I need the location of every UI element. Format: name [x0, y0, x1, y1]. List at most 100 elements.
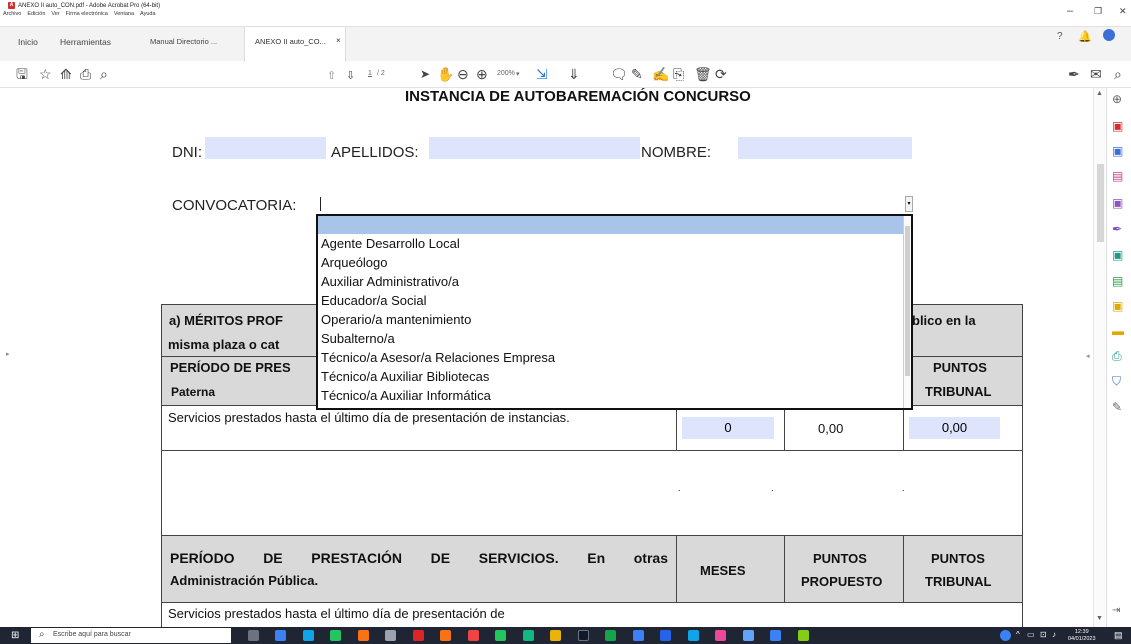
option-operario-mantenimiento[interactable]: Operario/a mantenimiento: [321, 311, 471, 329]
menu-edicion[interactable]: Edición: [27, 11, 45, 17]
app-icon[interactable]: [468, 630, 479, 641]
tab-inicio[interactable]: Inicio: [18, 37, 38, 47]
terminal-icon[interactable]: [578, 630, 589, 641]
task-view-icon[interactable]: [248, 630, 259, 641]
option-tecnico-auxiliar-informatica[interactable]: Técnico/a Auxiliar Informática: [321, 387, 491, 405]
zoom-in-icon[interactable]: ⊕: [476, 66, 488, 82]
menu-ventana[interactable]: Ventana: [114, 11, 134, 17]
comment-icon[interactable]: 🗨: [610, 66, 628, 82]
option-subalterno[interactable]: Subalterno/a: [321, 330, 395, 348]
account-avatar[interactable]: [1103, 29, 1115, 41]
zoom-dropdown-icon[interactable]: ▾: [516, 70, 520, 78]
share-icon[interactable]: ⟰: [60, 66, 72, 82]
help-icon[interactable]: ?: [1057, 31, 1063, 42]
star-icon[interactable]: ☆: [39, 66, 52, 82]
fill-sign-icon[interactable]: ✒: [1068, 66, 1080, 82]
print-icon[interactable]: ⎙: [80, 66, 91, 82]
zoom-level[interactable]: 200%: [497, 70, 515, 77]
app-icon[interactable]: [633, 630, 644, 641]
acrobat-taskbar-icon[interactable]: [413, 630, 424, 641]
create-pdf-icon[interactable]: ▣: [1112, 144, 1123, 158]
dropdown-scroll-thumb[interactable]: [905, 226, 910, 376]
cursor-icon[interactable]: ➤: [420, 66, 430, 82]
mail-icon[interactable]: ✉: [1090, 66, 1102, 82]
more-tools-icon[interactable]: ✎: [1112, 400, 1122, 414]
document-scrollbar[interactable]: ▲ ▼: [1093, 88, 1106, 627]
edit-pdf-icon[interactable]: ▣: [1112, 196, 1123, 210]
minimize-button[interactable]: –: [1067, 6, 1073, 17]
zoom-tool-icon[interactable]: ⊕: [1112, 92, 1122, 106]
right-panel-toggle-icon[interactable]: ◂: [1086, 352, 1090, 360]
nombre-field[interactable]: [738, 137, 912, 159]
option-educador-social[interactable]: Educador/a Social: [321, 292, 427, 310]
volume-icon[interactable]: ♪: [1052, 630, 1056, 639]
app-icon[interactable]: [440, 630, 451, 641]
tray-chevron-icon[interactable]: ^: [1016, 630, 1020, 639]
menu-firma[interactable]: Firma electrónica: [66, 11, 108, 17]
page-up-icon[interactable]: ⇧: [327, 68, 336, 84]
convocatoria-select[interactable]: ▾: [318, 194, 913, 214]
puntos-tribunal-input[interactable]: 0,00: [909, 417, 1000, 439]
chrome-icon[interactable]: [550, 630, 561, 641]
app-icon[interactable]: [385, 630, 396, 641]
excel-icon[interactable]: [605, 630, 616, 641]
page-down-icon[interactable]: ⇩: [346, 68, 355, 84]
app-icon[interactable]: [715, 630, 726, 641]
bell-icon[interactable]: 🔔: [1078, 30, 1092, 43]
search-text-icon[interactable]: ⌕: [1114, 66, 1122, 82]
zoom-out-icon[interactable]: ⊖: [457, 66, 469, 82]
close-button[interactable]: ✕: [1119, 6, 1127, 17]
outlook-icon[interactable]: [770, 630, 781, 641]
dropdown-scrollbar[interactable]: [903, 216, 911, 408]
sign-icon[interactable]: ✍: [652, 66, 669, 82]
protect-icon[interactable]: ▣: [1112, 299, 1123, 313]
fill-sign-tool-icon[interactable]: ✒: [1112, 222, 1122, 236]
shield-icon[interactable]: ⛉: [1112, 374, 1121, 388]
spotify-icon[interactable]: [495, 630, 506, 641]
app-icon[interactable]: [523, 630, 534, 641]
selected-empty-option[interactable]: [318, 216, 904, 234]
app-icon[interactable]: [275, 630, 286, 641]
app-icon[interactable]: [330, 630, 341, 641]
scroll-mode-icon[interactable]: ⇓: [568, 66, 580, 82]
scan-icon[interactable]: ▣: [1112, 248, 1123, 262]
highlight-icon[interactable]: ✎: [631, 66, 643, 82]
menu-ayuda[interactable]: Ayuda: [140, 11, 156, 17]
scroll-down-icon[interactable]: ▼: [1096, 615, 1103, 622]
save-icon[interactable]: 🖫: [16, 66, 28, 82]
taskbar-search-box[interactable]: ⌕ Escribe aquí para buscar: [31, 628, 231, 643]
select-arrow-icon[interactable]: ▾: [905, 196, 913, 212]
export-pdf-icon[interactable]: ▣: [1112, 119, 1123, 133]
hand-icon[interactable]: ✋: [437, 66, 454, 82]
collapse-rail-icon[interactable]: ⇥: [1112, 604, 1120, 618]
compress-icon[interactable]: ▤: [1112, 274, 1123, 288]
tray-app-icon[interactable]: [1000, 630, 1011, 641]
convocatoria-options-list[interactable]: Agente Desarrollo Local Arqueólogo Auxil…: [316, 214, 913, 410]
menu-archivo[interactable]: Archivo: [3, 11, 21, 17]
tab-herramientas[interactable]: Herramientas: [60, 37, 111, 47]
delete-icon[interactable]: 🗑: [694, 66, 712, 82]
document-view[interactable]: ▸ INSTANCIA DE AUTOBAREMACIÓN CONCURSO D…: [0, 88, 1098, 627]
option-agente-desarrollo-local[interactable]: Agente Desarrollo Local: [321, 235, 460, 253]
dni-field[interactable]: [205, 137, 326, 159]
fit-page-icon[interactable]: ⇲: [536, 66, 548, 82]
scroll-up-icon[interactable]: ▲: [1096, 90, 1103, 97]
zoom-search-icon[interactable]: ⌕: [100, 66, 108, 82]
option-arqueologo[interactable]: Arqueólogo: [321, 254, 388, 272]
print-production-icon[interactable]: ⎙: [1112, 349, 1122, 363]
network-icon[interactable]: ⊡: [1040, 630, 1047, 639]
apellidos-field[interactable]: [429, 137, 640, 159]
comment-tool-icon[interactable]: ▬: [1112, 324, 1124, 338]
meses-input[interactable]: 0: [682, 417, 774, 439]
app-icon[interactable]: [743, 630, 754, 641]
stamp-icon[interactable]: ⎘: [673, 66, 684, 82]
tab-manual-directorio[interactable]: Manual Directorio ...: [150, 37, 217, 46]
app-icon[interactable]: [688, 630, 699, 641]
option-tecnico-asesor-relaciones[interactable]: Técnico/a Asesor/a Relaciones Empresa: [321, 349, 555, 367]
left-panel-toggle-icon[interactable]: ▸: [6, 350, 10, 358]
restore-button[interactable]: ❐: [1094, 6, 1102, 17]
app-icon[interactable]: [660, 630, 671, 641]
option-auxiliar-administrativo[interactable]: Auxiliar Administrativo/a: [321, 273, 459, 291]
option-tecnico-auxiliar-bibliotecas[interactable]: Técnico/a Auxiliar Bibliotecas: [321, 368, 489, 386]
rotate-icon[interactable]: ⟳: [715, 66, 727, 82]
